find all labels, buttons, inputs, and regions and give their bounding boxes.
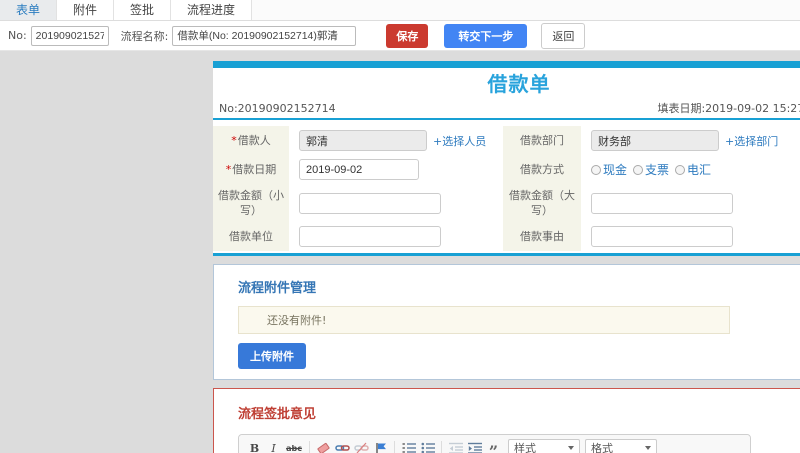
tab-bar: 表单 附件 签批 流程进度 (0, 0, 800, 21)
toolbar-separator (441, 440, 442, 453)
approval-heading: 流程签批意见 (238, 407, 317, 422)
outdent-icon (448, 442, 463, 453)
attachments-heading: 流程附件管理 (238, 281, 317, 296)
amount-lower-input[interactable] (299, 192, 441, 214)
loan-form-card: 借款单 No:20190902152714 填表日期:2019-09-02 15… (213, 68, 800, 256)
radio-cash[interactable]: 现金 (591, 161, 627, 178)
borrower-input[interactable] (299, 130, 427, 151)
doc-meta-row: No:20190902152714 填表日期:2019-09-02 15:27:… (213, 98, 800, 120)
select-department-link[interactable]: +选择部门 (725, 133, 778, 149)
select-person-link[interactable]: +选择人员 (433, 133, 486, 149)
radio-check[interactable]: 支票 (633, 161, 669, 178)
borrow-reason-label: 借款事由 (503, 222, 581, 251)
remove-format-button[interactable] (314, 439, 333, 453)
indent-icon (467, 442, 482, 453)
chevron-down-icon (645, 446, 651, 450)
bulleted-list-button[interactable] (418, 439, 437, 453)
upload-attachment-button[interactable]: 上传附件 (238, 343, 306, 369)
department-input[interactable] (591, 130, 719, 151)
strikethrough-button[interactable]: abc (283, 439, 305, 453)
panel-top-bar (213, 61, 800, 68)
approval-section: 流程签批意见 B I abc ” 样式 格式 (213, 388, 800, 453)
bold-button[interactable]: B (245, 439, 264, 453)
numbered-list-icon (402, 443, 416, 453)
indent-button[interactable] (465, 439, 484, 453)
borrow-method-radio-group: 现金 支票 电汇 (591, 161, 717, 178)
borrow-unit-input[interactable] (299, 226, 441, 247)
tab-approval[interactable]: 签批 (114, 0, 172, 20)
bulleted-list-icon (421, 442, 435, 453)
link-button[interactable] (333, 439, 352, 453)
amount-lower-label: 借款金额（小写） (213, 184, 289, 222)
tab-process-progress[interactable]: 流程进度 (171, 0, 253, 20)
doc-number: No:20190902152714 (219, 101, 336, 115)
radio-icon (675, 164, 686, 175)
tab-attachments[interactable]: 附件 (57, 0, 115, 20)
blockquote-button[interactable]: ” (484, 439, 503, 453)
amount-upper-label: 借款金额（大写） (503, 184, 581, 222)
borrow-method-label: 借款方式 (503, 155, 581, 184)
borrow-date-input[interactable] (299, 159, 419, 180)
back-button[interactable]: 返回 (541, 22, 586, 49)
no-input[interactable] (30, 25, 109, 46)
borrow-reason-input[interactable] (591, 226, 733, 247)
rich-text-editor: B I abc ” 样式 格式 (238, 434, 751, 453)
flag-icon (375, 442, 386, 453)
borrower-label: *借款人 (213, 126, 289, 155)
required-mark: * (231, 134, 237, 147)
borrow-date-label: *借款日期 (213, 155, 289, 184)
radio-icon (591, 164, 601, 175)
format-dropdown-label: 格式 (591, 442, 613, 453)
toolbar-separator (309, 440, 310, 453)
italic-button[interactable]: I (264, 439, 283, 453)
link-icon (335, 445, 350, 451)
radio-wire[interactable]: 电汇 (675, 161, 711, 178)
amount-upper-input[interactable] (591, 192, 733, 214)
format-dropdown[interactable]: 格式 (585, 438, 657, 453)
toolbar: No: 流程名称: 保存 转交下一步 返回 (0, 21, 800, 51)
editor-toolbar: B I abc ” 样式 格式 (239, 435, 750, 453)
flow-name-input[interactable] (172, 25, 357, 46)
fill-date: 填表日期:2019-09-02 15:27:1 (657, 102, 800, 115)
unlink-icon (354, 442, 369, 453)
department-label: 借款部门 (503, 126, 581, 155)
page-title: 借款单 (487, 72, 551, 96)
outdent-button[interactable] (446, 439, 465, 453)
form-panel: 借款单 No:20190902152714 填表日期:2019-09-02 15… (213, 61, 800, 453)
attachments-section: 流程附件管理 还没有附件! 上传附件 (213, 264, 800, 380)
toolbar-separator (394, 440, 395, 453)
no-attachments-notice: 还没有附件! (238, 306, 730, 334)
radio-icon (633, 164, 644, 175)
numbered-list-button[interactable] (399, 439, 418, 453)
styles-dropdown-label: 样式 (514, 442, 536, 453)
borrow-unit-label: 借款单位 (213, 222, 289, 251)
no-label: No: (8, 29, 27, 42)
next-step-button[interactable]: 转交下一步 (444, 23, 528, 48)
chevron-down-icon (568, 446, 574, 450)
anchor-flag-button[interactable] (371, 439, 390, 453)
main-area: 借款单 No:20190902152714 填表日期:2019-09-02 15… (0, 51, 800, 453)
form-grid: *借款人 +选择人员 借款部门 +选择部门 *借款日期 (213, 120, 800, 253)
tab-form[interactable]: 表单 (0, 0, 58, 20)
flow-name-label: 流程名称: (120, 29, 169, 43)
save-button[interactable]: 保存 (386, 23, 429, 48)
required-mark: * (225, 163, 232, 176)
unlink-button[interactable] (352, 439, 371, 453)
styles-dropdown[interactable]: 样式 (508, 438, 580, 453)
eraser-icon (316, 441, 331, 453)
